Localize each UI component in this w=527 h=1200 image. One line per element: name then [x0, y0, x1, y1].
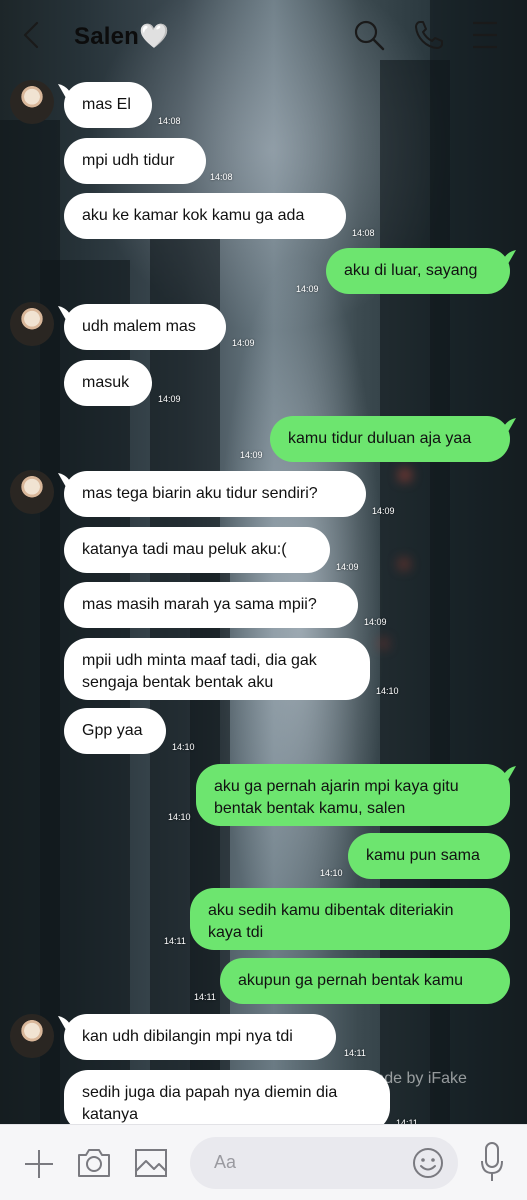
back-icon[interactable]	[18, 20, 44, 50]
message-bubble[interactable]: akupun ga pernah bentak kamu	[220, 958, 510, 1004]
menu-icon[interactable]	[468, 18, 502, 52]
message-bubble[interactable]: mas El	[64, 82, 152, 128]
message-text: bentak bentak kamu, salen	[214, 800, 406, 817]
message-timestamp: 14:08	[158, 116, 181, 126]
message-bubble[interactable]: udh malem mas	[64, 304, 226, 350]
message-timestamp: 14:11	[194, 992, 216, 1002]
message-text: mas tega biarin aku tidur sendiri?	[82, 485, 318, 502]
message-bubble[interactable]: mas masih marah ya sama mpii?	[64, 582, 358, 628]
avatar[interactable]	[10, 1014, 54, 1058]
message-timestamp: 14:09	[372, 506, 395, 516]
microphone-icon[interactable]	[480, 1141, 504, 1183]
message-timestamp: 14:10	[376, 686, 399, 696]
search-icon[interactable]	[352, 18, 386, 52]
plus-icon[interactable]	[22, 1147, 56, 1181]
message-text: udh malem mas	[82, 318, 196, 335]
message-input[interactable]: Aa	[190, 1137, 458, 1189]
message-timestamp: 14:08	[352, 228, 375, 238]
composer-bar: Aa	[0, 1124, 527, 1200]
message-timestamp: 14:10	[172, 742, 195, 752]
message-text: mas masih marah ya sama mpii?	[82, 596, 317, 613]
message-timestamp: 14:10	[168, 812, 191, 822]
avatar[interactable]	[10, 470, 54, 514]
message-text: aku sedih kamu dibentak diteriakin	[208, 902, 454, 919]
message-bubble[interactable]: mpii udh minta maaf tadi, dia gak sengaja…	[64, 638, 370, 700]
message-text: sedih juga dia papah nya diemin dia	[82, 1084, 338, 1101]
message-text: sengaja bentak bentak aku	[82, 674, 274, 691]
message-text: katanya tadi mau peluk aku:(	[82, 541, 287, 558]
message-text: mpii udh minta maaf tadi, dia gak	[82, 652, 317, 669]
message-bubble[interactable]: aku ke kamar kok kamu ga ada	[64, 193, 346, 239]
message-timestamp: 14:11	[164, 936, 186, 946]
message-timestamp: 14:09	[336, 562, 359, 572]
avatar[interactable]	[10, 302, 54, 346]
phone-icon[interactable]	[412, 18, 446, 52]
message-text: kan udh dibilangin mpi nya tdi	[82, 1028, 293, 1045]
message-bubble[interactable]: sedih juga dia papah nya diemin dia katan…	[64, 1070, 390, 1132]
message-timestamp: 14:09	[158, 394, 181, 404]
emoji-icon[interactable]	[412, 1147, 444, 1179]
camera-icon[interactable]	[76, 1147, 112, 1179]
message-bubble[interactable]: masuk	[64, 360, 152, 406]
message-bubble[interactable]: mas tega biarin aku tidur sendiri?	[64, 471, 366, 517]
message-bubble[interactable]: kan udh dibilangin mpi nya tdi	[64, 1014, 336, 1060]
avatar[interactable]	[10, 80, 54, 124]
message-text: aku ga pernah ajarin mpi kaya gitu	[214, 778, 459, 795]
message-text: kamu tidur duluan aja yaa	[288, 430, 472, 447]
message-timestamp: 14:09	[240, 450, 263, 460]
message-text: masuk	[82, 374, 130, 391]
message-bubble[interactable]: mpi udh tidur	[64, 138, 206, 184]
message-bubble[interactable]: aku sedih kamu dibentak diteriakin kaya t…	[190, 888, 510, 950]
message-timestamp: 14:09	[364, 617, 387, 627]
watermark-text: Made by iFake	[362, 1070, 467, 1087]
message-timestamp: 14:09	[232, 338, 255, 348]
message-bubble[interactable]: kamu pun sama	[348, 833, 510, 879]
message-timestamp: 14:09	[296, 284, 319, 294]
message-bubble[interactable]: Gpp yaa	[64, 708, 166, 754]
chat-title[interactable]: Salen🤍	[74, 22, 169, 51]
message-text: aku di luar, sayang	[344, 262, 478, 279]
message-text: katanya	[82, 1106, 139, 1123]
message-bubble[interactable]: katanya tadi mau peluk aku:(	[64, 527, 330, 573]
message-text: aku ke kamar kok kamu ga ada	[82, 207, 305, 224]
message-text: mpi udh tidur	[82, 152, 175, 169]
chat-header: Salen🤍	[0, 0, 527, 72]
message-text: kamu pun sama	[366, 847, 480, 864]
message-bubble[interactable]: aku ga pernah ajarin mpi kaya gitu bentak…	[196, 764, 510, 826]
message-text: mas El	[82, 96, 131, 113]
message-bubble[interactable]: aku di luar, sayang	[326, 248, 510, 294]
message-timestamp: 14:08	[210, 172, 233, 182]
message-text: kaya tdi	[208, 924, 264, 941]
message-text: Gpp yaa	[82, 722, 143, 739]
message-timestamp: 14:10	[320, 868, 343, 878]
message-input-placeholder: Aa	[214, 1152, 237, 1172]
message-timestamp: 14:11	[344, 1048, 366, 1058]
message-bubble[interactable]: kamu tidur duluan aja yaa	[270, 416, 510, 462]
image-icon[interactable]	[134, 1147, 168, 1179]
message-text: akupun ga pernah bentak kamu	[238, 972, 464, 989]
